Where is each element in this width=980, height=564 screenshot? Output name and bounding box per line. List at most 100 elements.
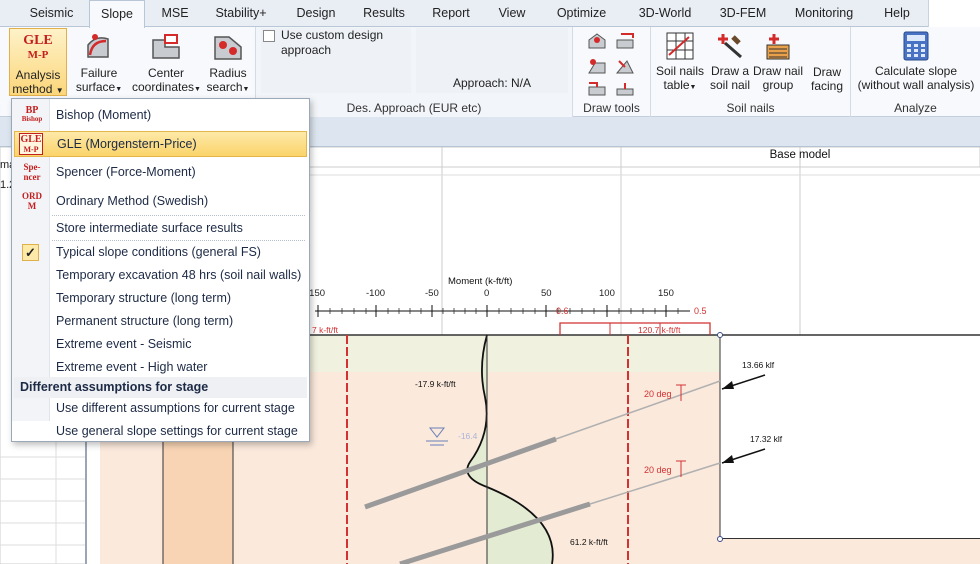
draw-facing-label2: facing [810,79,844,93]
menu-item-typical-slope[interactable]: ✓ Typical slope conditions (general FS) [12,241,309,264]
menu-item-label: Extreme event - High water [56,360,208,374]
tab-3d-fem[interactable]: 3D-FEM [712,0,774,27]
menu-item-label: Extreme event - Seismic [56,337,192,351]
calculate-slope-label2: (without wall analysis) [857,78,975,92]
draw-tool-delete-icon[interactable] [615,57,635,75]
menu-item-extreme-seismic[interactable]: Extreme event - Seismic [12,333,309,356]
menu-item-extreme-high-water[interactable]: Extreme event - High water [12,356,309,379]
tab-slope[interactable]: Slope [89,0,145,28]
tab-mse[interactable]: MSE [150,0,200,27]
menu-item-different-assumptions[interactable]: Use different assumptions for current st… [12,397,309,420]
center-coordinates-label2: coordinates [132,80,195,94]
analysis-method-label1: Analysis [15,68,61,82]
menu-item-label: Permanent structure (long term) [56,314,234,328]
draw-soil-nail-icon [718,34,742,59]
draw-facing-button[interactable]: Draw facing [805,65,849,93]
center-coordinates-button[interactable]: Center coordinates▼ [132,31,201,97]
moment-axis-label: Moment (k-ft/ft) [448,276,513,287]
moment-tick: 0 [484,288,490,299]
draw-nail-group-button[interactable]: Draw nail group [753,31,803,92]
failure-surface-button[interactable]: Failure surface▼ [72,31,126,97]
calculate-slope-button[interactable]: Calculate slope (without wall analysis) [853,31,979,92]
menu-item-gle[interactable]: GLE M-P GLE (Morgenstern-Price) [14,131,307,157]
tab-report[interactable]: Report [424,0,478,27]
center-coordinates-icon [152,34,180,59]
radius-search-icon [214,36,242,60]
center-coordinates-label1: Center [147,66,185,80]
menu-item-permanent-structure[interactable]: Permanent structure (long term) [12,310,309,333]
menu-item-label: Use general slope settings for current s… [56,424,298,438]
soil-nails-table-label1: Soil nails [655,64,705,78]
analysis-method-dropdown: BP Bishop Bishop (Moment) GLE M-P GLE (M… [11,98,310,442]
menu-item-spencer[interactable]: Spe- ncer Spencer (Force-Moment) [12,161,309,184]
menu-item-label: Store intermediate surface results [56,221,243,235]
ribbon-group-draw-tools: Draw tools [573,27,651,117]
chevron-down-icon: ▼ [55,86,64,95]
tab-seismic[interactable]: Seismic [20,0,83,27]
menu-item-label: Bishop (Moment) [56,108,152,122]
nail-angle-label-1: 20 deg [644,389,672,399]
bishop-icon: BP Bishop [21,105,43,124]
draw-soil-nail-button[interactable]: Draw a soil nail [707,31,753,92]
tab-3d-world[interactable]: 3D-World [628,0,702,27]
radius-search-label2: search [206,80,243,94]
soil-nails-table-icon [666,32,694,60]
failure-surface-icon [87,34,109,58]
soil-nails-table-label2: table [663,78,690,92]
custom-design-label: Use custom design approach [281,28,384,57]
right-moment-label: 120.7 k-ft/ft [638,325,681,335]
approach-value: Approach: N/A [452,76,532,90]
tab-stability-plus[interactable]: Stability+ [207,0,275,27]
draw-nail-group-label1: Draw nail [753,64,804,78]
menu-item-bishop[interactable]: BP Bishop Bishop (Moment) [12,104,309,127]
gle-icon: GLE M-P [19,133,43,155]
left-moment-label: 7 k-ft/ft [312,325,338,335]
nail-force-label-1: 13.66 klf [742,360,775,370]
menu-item-store-intermediate[interactable]: Store intermediate surface results [12,217,309,240]
menu-item-temporary-excavation[interactable]: Temporary excavation 48 hrs (soil nail w… [12,264,309,287]
menu-item-label: GLE (Morgenstern-Price) [57,137,197,151]
nail-angle-label-2: 20 deg [644,465,672,475]
tab-design[interactable]: Design [287,0,345,27]
analysis-method-button[interactable]: GLE M-P Analysis method ▼ [9,28,67,96]
draw-tool-split-icon[interactable] [587,81,607,97]
menu-item-temporary-structure[interactable]: Temporary structure (long term) [12,287,309,310]
moment-tick: 150 [658,288,674,299]
draw-tool-edit-icon[interactable] [615,32,635,50]
menu-item-ordinary[interactable]: ORD M Ordinary Method (Swedish) [12,190,309,213]
menu-item-label: Temporary structure (long term) [56,291,232,305]
gle-icon-line2: M-P [27,49,49,61]
custom-design-checkbox[interactable] [263,30,275,42]
draw-nail-group-label2: group [762,78,794,92]
tab-help[interactable]: Help [876,0,918,27]
draw-tool-add-point-icon[interactable] [587,32,607,50]
draw-tool-move-icon[interactable] [587,57,607,75]
min-moment-label: -17.9 k-ft/ft [415,379,456,389]
draw-facing-label1: Draw [812,65,841,79]
ribbon-group-soil-nails: Soil nails table▼ Draw a soil nail Draw … [651,27,851,117]
ribbon-group-analyze: Calculate slope (without wall analysis) … [851,27,980,117]
menu-separator [52,215,305,216]
section-header: Different assumptions for stage [14,377,307,398]
chevron-down-icon: ▼ [242,86,250,93]
tab-optimize[interactable]: Optimize [548,0,615,27]
menu-item-general-settings[interactable]: Use general slope settings for current s… [12,420,309,443]
menu-item-label: Typical slope conditions (general FS) [56,245,261,259]
tab-view[interactable]: View [490,0,534,27]
window-controls [928,0,980,27]
radius-search-label1: Radius [209,66,247,80]
chevron-down-icon: ▼ [115,86,123,93]
gle-icon-line1: GLE [23,33,53,48]
red-value-2: 0.5 [694,306,707,316]
tab-results[interactable]: Results [356,0,412,27]
failure-surface-label2: surface [75,80,116,94]
soil-nails-table-button[interactable]: Soil nails table▼ [654,31,706,95]
moment-tick: 50 [541,288,552,299]
tab-monitoring[interactable]: Monitoring [785,0,863,27]
radius-search-button[interactable]: Radius search▼ [203,31,253,97]
draw-tool-join-icon[interactable] [615,81,635,97]
calculate-slope-label1: Calculate slope [874,64,958,78]
draw-soil-nail-label2: soil nail [709,78,751,92]
base-model-header: Base model [769,149,831,161]
moment-tick: 100 [599,288,615,299]
